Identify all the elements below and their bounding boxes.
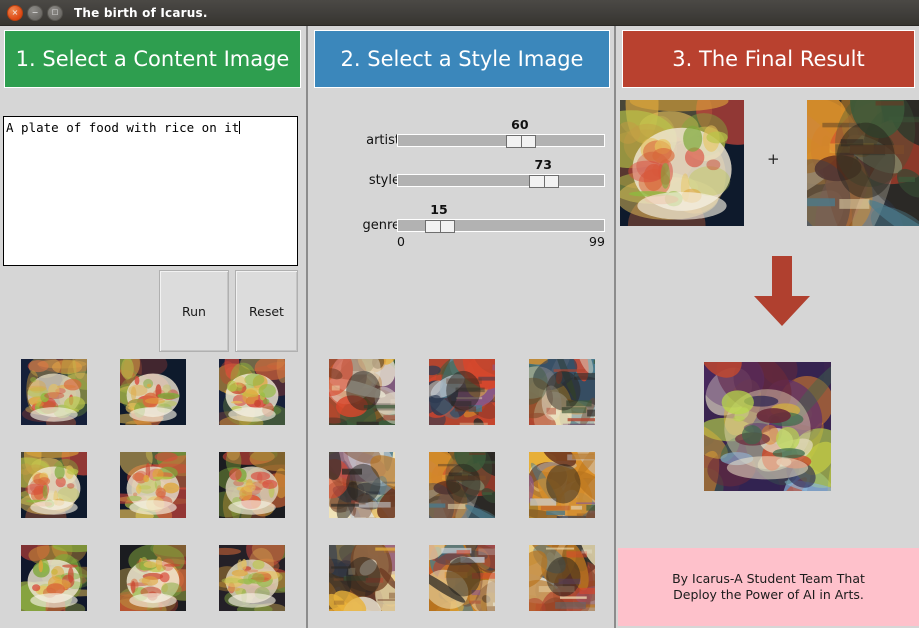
content-thumb-1[interactable] (20, 359, 87, 426)
slider-label-genre: genre (362, 218, 400, 233)
plus-sign: + (767, 150, 780, 168)
slider-label-artist: artist (366, 133, 400, 148)
content-run-button[interactable]: Run (159, 270, 229, 352)
content-thumbnail-cell (203, 439, 302, 532)
style-thumb-4[interactable] (329, 451, 395, 518)
prompt-text: A plate of food with rice on it (6, 120, 240, 135)
text-caret (239, 121, 241, 134)
content-thumbnail-cell (4, 531, 103, 624)
style-thumbnail-cell (412, 439, 512, 532)
content-thumbnail-cell (4, 439, 103, 532)
content-thumbnail-cell (4, 346, 103, 439)
content-thumb-9[interactable] (219, 544, 286, 611)
slider-min-label: 0 (397, 234, 405, 249)
content-thumbnail-grid (4, 346, 302, 624)
slider-row-style: style 73 (308, 157, 616, 199)
style-thumbnail-cell (412, 346, 512, 439)
slider-value-genre: 15 (430, 202, 448, 217)
credit-line-2: Deploy the Power of AI in Arts. (673, 587, 864, 602)
close-glyph: × (11, 7, 19, 17)
maximize-glyph: □ (51, 8, 59, 16)
slider-track-genre[interactable] (397, 219, 605, 233)
style-panel-header: 2. Select a Style Image (314, 30, 610, 88)
style-panel: 2. Select a Style Image artist 60 style … (306, 26, 914, 628)
application-window: × − □ The birth of Icarus. 1. Select a C… (0, 0, 919, 628)
slider-row-genre: genre 15 0 99 (308, 202, 616, 249)
content-thumbnail-cell (203, 531, 302, 624)
style-thumbnail-cell (412, 531, 512, 624)
selected-content-image[interactable] (620, 100, 744, 226)
title-bar: × − □ The birth of Icarus. (0, 0, 919, 26)
style-thumbnail-cell (312, 346, 412, 439)
maximize-icon[interactable]: □ (47, 4, 63, 21)
slider-row-artist: artist 60 (308, 117, 616, 159)
content-thumb-4[interactable] (20, 451, 87, 518)
slider-track-style[interactable] (397, 174, 605, 188)
content-thumb-7[interactable] (20, 544, 87, 611)
style-thumb-3[interactable] (529, 359, 595, 426)
content-thumb-6[interactable] (219, 451, 286, 518)
content-panel: 1. Select a Content Image A plate of foo… (0, 26, 306, 628)
result-panel: 3. The Final Result + By Icarus-A Studen… (614, 26, 919, 628)
window-title: The birth of Icarus. (74, 5, 208, 20)
style-thumbnail-cell (312, 439, 412, 532)
style-thumbnail-grid (312, 346, 612, 624)
credit-line-1: By Icarus-A Student Team That (672, 571, 865, 586)
style-thumb-2[interactable] (429, 359, 495, 426)
prompt-input[interactable]: A plate of food with rice on it (3, 116, 298, 266)
slider-max-label: 99 (589, 234, 605, 249)
style-thumbnail-cell (312, 531, 412, 624)
slider-value-artist: 60 (511, 117, 529, 132)
slider-handle-genre[interactable] (424, 220, 455, 233)
content-thumbnail-cell (103, 439, 202, 532)
style-thumb-6[interactable] (529, 451, 595, 518)
minimize-glyph: − (31, 7, 39, 17)
slider-label-style: style (368, 173, 400, 188)
slider-handle-style[interactable] (529, 175, 560, 188)
content-thumb-5[interactable] (119, 451, 186, 518)
credit-banner: By Icarus-A Student Team That Deploy the… (618, 548, 919, 626)
style-thumbnail-cell (512, 439, 612, 532)
result-panel-header: 3. The Final Result (622, 30, 915, 88)
content-thumbnail-cell (203, 346, 302, 439)
final-result-image[interactable] (704, 362, 831, 491)
content-thumb-8[interactable] (119, 544, 186, 611)
selected-style-image[interactable] (807, 100, 919, 226)
slider-handle-artist[interactable] (505, 135, 536, 148)
window-controls: × − □ (7, 4, 63, 21)
style-thumbnail-cell (512, 531, 612, 624)
style-thumb-9[interactable] (529, 544, 595, 611)
style-thumb-5[interactable] (429, 451, 495, 518)
content-thumb-2[interactable] (119, 359, 186, 426)
style-thumb-7[interactable] (329, 544, 395, 611)
slider-track-artist[interactable] (397, 134, 605, 148)
style-thumb-1[interactable] (329, 359, 395, 426)
content-panel-header: 1. Select a Content Image (4, 30, 301, 88)
minimize-icon[interactable]: − (27, 4, 43, 21)
slider-value-style: 73 (534, 157, 552, 172)
content-reset-button[interactable]: Reset (235, 270, 298, 352)
down-arrow-icon (754, 256, 810, 326)
content-thumbnail-cell (103, 531, 202, 624)
style-thumb-8[interactable] (429, 544, 495, 611)
style-thumbnail-cell (512, 346, 612, 439)
content-thumbnail-cell (103, 346, 202, 439)
close-icon[interactable]: × (7, 4, 23, 21)
content-thumb-3[interactable] (219, 359, 286, 426)
